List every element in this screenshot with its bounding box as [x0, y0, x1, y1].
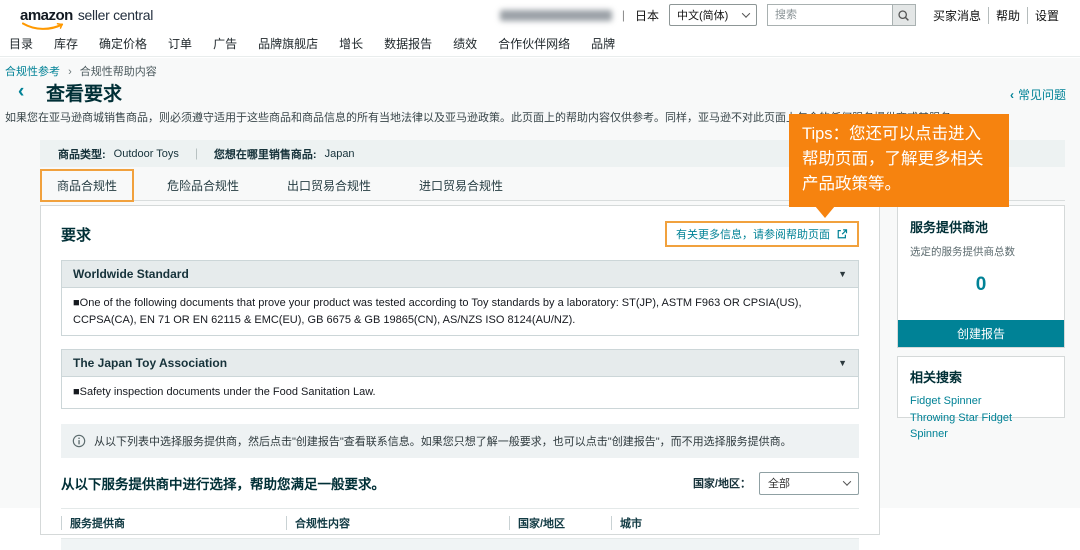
nav-item-inventory[interactable]: 库存	[54, 35, 78, 52]
table-row	[61, 539, 859, 550]
accordion-japan-toy-association-header[interactable]: The Japan Toy Association ▼	[62, 350, 858, 376]
providers-heading: 从以下服务提供商中进行选择，帮助您满足一般要求。	[61, 473, 385, 493]
breadcrumb-compliance-reference[interactable]: 合规性参考	[5, 66, 60, 78]
column-header-city: 城市	[611, 515, 859, 531]
sell-where-value: Japan	[325, 148, 355, 160]
nav-item-brands[interactable]: 品牌	[591, 35, 615, 52]
breadcrumb-separator-icon: ›	[68, 66, 72, 78]
accordion-worldwide-standard-header[interactable]: Worldwide Standard ▼	[62, 261, 858, 287]
settings-link[interactable]: 设置	[1027, 7, 1066, 24]
nav-item-orders[interactable]: 订单	[168, 35, 192, 52]
tab-export-trade-compliance[interactable]: 出口贸易合规性	[272, 171, 386, 200]
back-button[interactable]: ‹	[18, 82, 24, 101]
language-selector[interactable]: 中文(简体)	[669, 4, 757, 26]
language-selector-value: 中文(简体)	[677, 7, 728, 23]
external-link-icon	[836, 228, 848, 240]
account-divider: |	[622, 8, 625, 22]
info-icon	[72, 434, 86, 448]
provider-pool-subtitle: 选定的服务提供商总数	[910, 244, 1052, 259]
top-bar: amazon seller central | 日本 中文(简体) 买家消息 帮…	[0, 0, 1080, 30]
product-info-separator: ｜	[191, 146, 202, 162]
selected-provider-count: 0	[910, 274, 1052, 296]
nav-item-catalog[interactable]: 目录	[9, 35, 33, 52]
country-filter-label: 国家/地区：	[693, 475, 751, 491]
search-button[interactable]	[892, 4, 916, 26]
more-info-help-link-label: 有关更多信息，请参阅帮助页面	[676, 226, 830, 242]
breadcrumb-compliance-help: 合规性帮助内容	[80, 66, 157, 78]
main-nav: 目录 库存 确定价格 订单 广告 品牌旗舰店 增长 数据报告 绩效 合作伙伴网络…	[0, 30, 1080, 57]
info-note-text: 从以下列表中选择服务提供商，然后点击"创建报告"查看联系信息。如果您只想了解一般…	[94, 433, 792, 449]
accordion-japan-toy-association-body: ■Safety inspection documents under the F…	[62, 376, 858, 408]
search-icon	[897, 9, 910, 22]
nav-item-growth[interactable]: 增长	[339, 35, 363, 52]
nav-item-reports[interactable]: 数据报告	[384, 35, 432, 52]
faq-link[interactable]: ‹ 常见问题	[1010, 86, 1066, 103]
nav-item-advertising[interactable]: 广告	[213, 35, 237, 52]
accordion-japan-toy-association-title: The Japan Toy Association	[73, 356, 227, 370]
column-header-country-region: 国家/地区	[509, 515, 611, 531]
tips-tooltip: Tips：您还可以点击进入帮助页面，了解更多相关产品政策等。	[789, 114, 1009, 207]
nav-item-pricing[interactable]: 确定价格	[99, 35, 147, 52]
country-filter-select[interactable]: 全部	[759, 472, 859, 495]
help-link[interactable]: 帮助	[988, 7, 1027, 24]
create-report-button[interactable]: 创建报告	[898, 320, 1064, 347]
sell-where-label: 您想在哪里销售商品:	[214, 146, 317, 162]
requirements-card: 要求 有关更多信息，请参阅帮助页面 Worldwide Standard ▼ ■…	[40, 205, 880, 535]
nav-item-partner-network[interactable]: 合作伙伴网络	[498, 35, 570, 52]
requirements-title: 要求	[61, 224, 91, 245]
search-input[interactable]	[767, 4, 892, 26]
tab-product-compliance[interactable]: 商品合规性	[40, 169, 134, 202]
product-type-value: Outdoor Toys	[114, 148, 179, 160]
info-note: 从以下列表中选择服务提供商，然后点击"创建报告"查看联系信息。如果您只想了解一般…	[61, 424, 859, 458]
nav-item-stores[interactable]: 品牌旗舰店	[258, 35, 318, 52]
logo-seller-central-text: seller central	[78, 7, 153, 23]
column-header-service-provider: 服务提供商	[61, 515, 286, 531]
tab-import-trade-compliance[interactable]: 进口贸易合规性	[404, 171, 518, 200]
provider-pool-title: 服务提供商池	[910, 217, 1052, 236]
related-search-throwing-star[interactable]: Throwing Star Fidget Spinner	[910, 410, 1052, 443]
related-searches-card: 相关搜索 Fidget Spinner Throwing Star Fidget…	[897, 356, 1065, 418]
faq-link-label: 常见问题	[1018, 88, 1066, 102]
account-name-masked	[500, 10, 612, 21]
chevron-down-icon	[843, 477, 851, 485]
column-header-compliance-content: 合规性内容	[286, 515, 509, 531]
service-provider-pool-card: 服务提供商池 选定的服务提供商总数 0 创建报告	[897, 205, 1065, 348]
more-info-help-link[interactable]: 有关更多信息，请参阅帮助页面	[665, 221, 859, 247]
accordion-worldwide-standard: Worldwide Standard ▼ ■One of the followi…	[61, 260, 859, 336]
accordion-worldwide-standard-body: ■One of the following documents that pro…	[62, 287, 858, 335]
amazon-seller-central-logo[interactable]: amazon seller central	[20, 7, 153, 24]
nav-item-performance[interactable]: 绩效	[453, 35, 477, 52]
related-searches-title: 相关搜索	[910, 367, 1052, 386]
chevron-down-icon	[742, 9, 750, 17]
caret-down-icon: ▼	[838, 269, 847, 279]
buyer-messages-link[interactable]: 买家消息	[926, 7, 988, 24]
page-title: 查看要求	[46, 79, 122, 106]
marketplace-label: 日本	[635, 7, 659, 24]
related-search-fidget-spinner[interactable]: Fidget Spinner	[910, 393, 1052, 410]
product-type-label: 商品类型:	[58, 146, 106, 162]
providers-table-header: 服务提供商 合规性内容 国家/地区 城市	[61, 508, 859, 539]
caret-down-icon: ▼	[838, 358, 847, 368]
breadcrumb: 合规性参考 › 合规性帮助内容	[5, 63, 157, 79]
accordion-japan-toy-association: The Japan Toy Association ▼ ■Safety insp…	[61, 349, 859, 409]
accordion-worldwide-standard-title: Worldwide Standard	[73, 267, 189, 281]
country-filter-value: 全部	[768, 475, 790, 491]
tab-dangerous-goods-compliance[interactable]: 危险品合规性	[152, 171, 254, 200]
chevron-left-icon: ‹	[1010, 88, 1014, 102]
